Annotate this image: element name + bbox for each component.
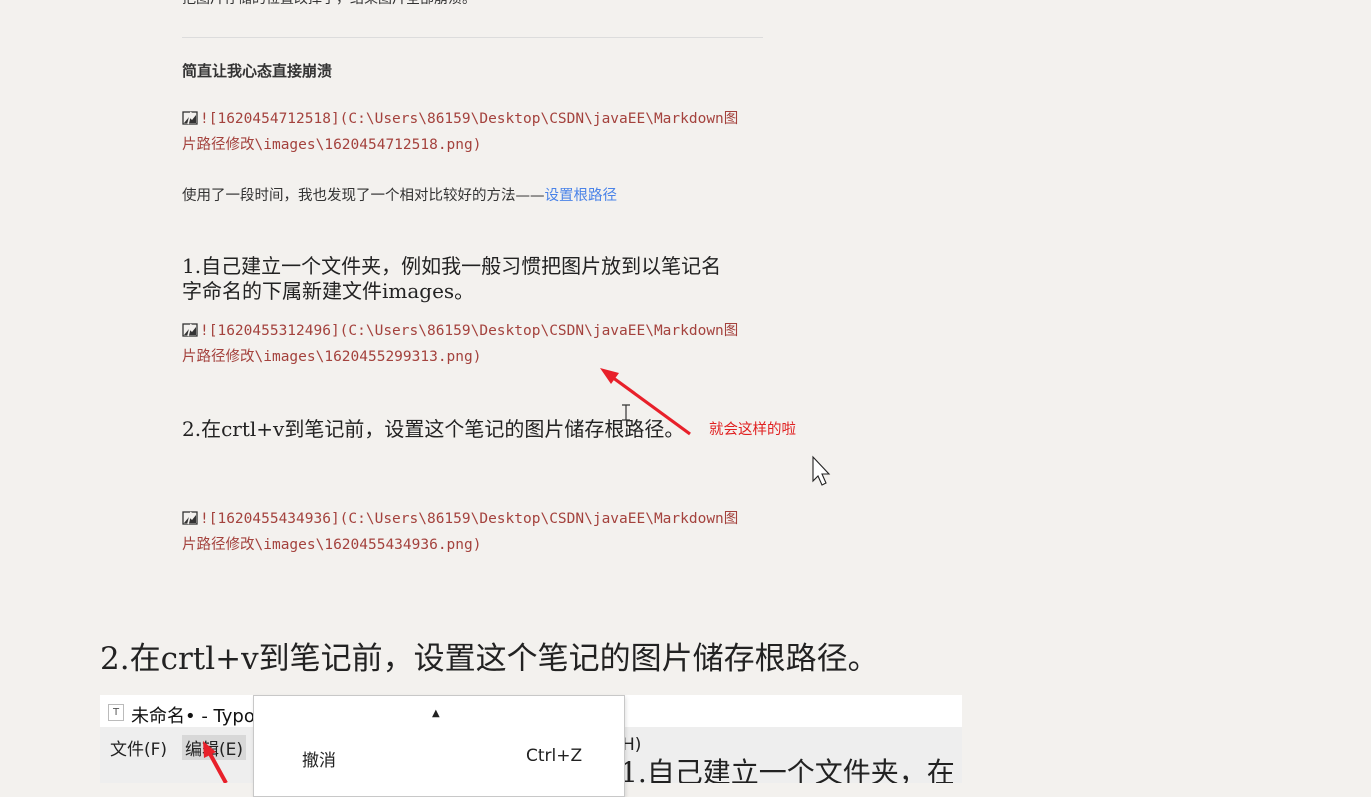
step-1-line1: 1.自己建立一个文件夹，例如我一般习惯把图片放到以笔记名 xyxy=(182,254,722,278)
divider xyxy=(182,37,763,38)
image-markdown-1[interactable]: ![1620454712518](C:\Users\86159\Desktop\… xyxy=(182,106,762,158)
broken-image-icon xyxy=(182,111,198,125)
image-markdown-3-line1: ![1620455434936](C:\Users\86159\Desktop\… xyxy=(200,511,739,527)
menu-item-undo-shortcut: Ctrl+Z xyxy=(526,746,583,766)
image-markdown-2-line1: ![1620455312496](C:\Users\86159\Desktop\… xyxy=(200,323,739,339)
step-1-text: 1.自己建立一个文件夹，例如我一般习惯把图片放到以笔记名 字命名的下属新建文件i… xyxy=(182,254,762,304)
method-paragraph-text: 使用了一段时间，我也发现了一个相对比较好的方法—— xyxy=(182,188,545,204)
broken-image-icon xyxy=(182,323,198,337)
image-markdown-1-line1: ![1620454712518](C:\Users\86159\Desktop\… xyxy=(200,111,739,127)
menu-edit[interactable]: 编辑(E) xyxy=(182,735,247,760)
image-markdown-1-line2: 片路径修改\images\1620454712518.png) xyxy=(182,137,482,153)
top-partial-text: 把图片存储的位置改掉了，结果图片全部崩溃。 xyxy=(182,0,476,8)
step-1-line2: 字命名的下属新建文件images。 xyxy=(182,279,475,303)
typora-app-icon: T xyxy=(108,704,124,721)
method-paragraph: 使用了一段时间，我也发现了一个相对比较好的方法——设置根路径 xyxy=(182,184,617,205)
menu-file[interactable]: 文件(F) xyxy=(110,735,167,760)
big-heading: 2.在crtl+v到笔记前，设置这个笔记的图片储存根路径。 xyxy=(100,641,879,677)
embedded-background-text: 1.自己建立一个文件夹，在 xyxy=(620,756,955,783)
mouse-pointer-icon xyxy=(812,455,831,486)
step-2-text: 2.在crtl+v到笔记前，设置这个笔记的图片储存根路径。 xyxy=(182,417,685,441)
edit-dropdown-menu: ▲ 撤消 Ctrl+Z xyxy=(253,695,625,797)
broken-image-icon xyxy=(182,511,198,525)
subheading: 简直让我心态直接崩溃 xyxy=(182,62,333,80)
image-markdown-3[interactable]: ![1620455434936](C:\Users\86159\Desktop\… xyxy=(182,506,762,558)
image-markdown-2[interactable]: ![1620455312496](C:\Users\86159\Desktop\… xyxy=(182,318,762,370)
image-markdown-2-line2: 片路径修改\images\1620455299313.png) xyxy=(182,349,482,365)
scroll-up-icon[interactable]: ▲ xyxy=(432,708,440,719)
embedded-window-title: 未命名• - Typo xyxy=(131,706,255,727)
annotation-label: 就会这样的啦 xyxy=(709,422,796,438)
image-markdown-3-line2: 片路径修改\images\1620455434936.png) xyxy=(182,537,482,553)
menu-item-undo[interactable]: 撤消 xyxy=(302,746,336,771)
set-root-path-link[interactable]: 设置根路径 xyxy=(545,188,618,204)
